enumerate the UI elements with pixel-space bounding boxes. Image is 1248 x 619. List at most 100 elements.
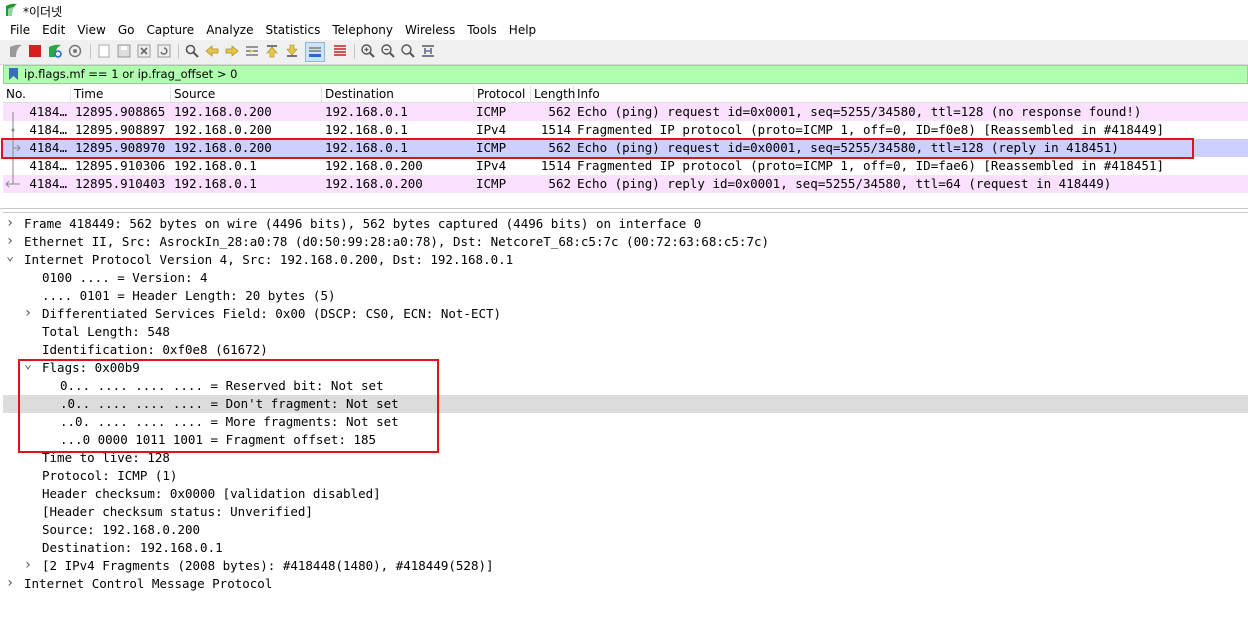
menu-bar: File Edit View Go Capture Analyze Statis…	[0, 21, 1248, 40]
detail-row[interactable]: [Header checksum status: Unverified]	[3, 503, 1248, 521]
detail-row[interactable]: 0100 .... = Version: 4	[3, 269, 1248, 287]
zoom-in-icon[interactable]	[360, 43, 376, 59]
packet-source: 192.168.0.1	[174, 176, 257, 191]
detail-text: Flags: 0x00b9	[42, 360, 140, 375]
capture-options-icon[interactable]	[67, 43, 83, 59]
detail-row[interactable]: › Ethernet II, Src: AsrockIn_28:a0:78 (d0…	[3, 233, 1248, 251]
stop-capture-icon[interactable]	[27, 43, 43, 59]
packet-destination: 192.168.0.200	[325, 158, 423, 173]
packet-destination: 192.168.0.1	[325, 104, 408, 119]
detail-row[interactable]: 0... .... .... .... = Reserved bit: Not …	[3, 377, 1248, 395]
column-header-protocol[interactable]: Protocol	[474, 86, 531, 102]
detail-row[interactable]: Protocol: ICMP (1)	[3, 467, 1248, 485]
detail-text: Total Length: 548	[42, 324, 170, 339]
packet-protocol: ICMP	[476, 140, 507, 155]
collapsed-arrow-icon[interactable]: ›	[23, 305, 33, 323]
column-header-info[interactable]: Info	[574, 86, 1248, 102]
collapsed-arrow-icon[interactable]: ›	[5, 575, 15, 593]
packet-row[interactable]: 4184… 12895.910403 192.168.0.1 192.168.0.20…	[3, 175, 1248, 193]
display-filter-bar[interactable]: ip.flags.mf == 1 or ip.frag_offset > 0	[3, 65, 1248, 84]
menu-wireless[interactable]: Wireless	[399, 21, 461, 40]
packet-list-header: No. Time Source Destination Protocol Len…	[3, 86, 1248, 103]
go-last-packet-icon[interactable]	[284, 43, 300, 59]
menu-analyze[interactable]: Analyze	[200, 21, 259, 40]
collapsed-arrow-icon[interactable]: ›	[5, 215, 15, 233]
start-capture-icon[interactable]	[8, 43, 24, 59]
menu-statistics[interactable]: Statistics	[259, 21, 326, 40]
detail-row[interactable]: Identification: 0xf0e8 (61672)	[3, 341, 1248, 359]
find-packet-icon[interactable]	[184, 43, 200, 59]
packet-protocol: IPv4	[476, 122, 507, 137]
packet-length: 562	[548, 176, 571, 191]
menu-go[interactable]: Go	[112, 21, 141, 40]
column-header-source[interactable]: Source	[171, 86, 322, 102]
packet-source: 192.168.0.200	[174, 104, 272, 119]
detail-row[interactable]: Time to live: 128	[3, 449, 1248, 467]
detail-row[interactable]: ..0. .... .... .... = More fragments: No…	[3, 413, 1248, 431]
packet-length: 1514	[540, 158, 571, 173]
restart-capture-icon[interactable]	[47, 43, 63, 59]
expanded-arrow-icon[interactable]: ⌄	[5, 250, 15, 269]
display-filter-input[interactable]: ip.flags.mf == 1 or ip.frag_offset > 0	[24, 67, 237, 82]
save-file-icon[interactable]	[116, 43, 132, 59]
detail-row[interactable]: › Internet Control Message Protocol	[3, 575, 1248, 593]
detail-row[interactable]: .... 0101 = Header Length: 20 bytes (5)	[3, 287, 1248, 305]
packet-destination: 192.168.0.1	[325, 122, 408, 137]
autoscroll-icon[interactable]	[305, 42, 325, 62]
resize-columns-icon[interactable]	[420, 43, 436, 59]
packet-length: 1514	[540, 122, 571, 137]
detail-row[interactable]: Destination: 192.168.0.1	[3, 539, 1248, 557]
packet-no: 4184…	[29, 176, 67, 191]
column-header-destination[interactable]: Destination	[322, 86, 474, 102]
go-forward-icon[interactable]	[224, 43, 240, 59]
column-header-length[interactable]: Length	[531, 86, 575, 102]
detail-text: 0100 .... = Version: 4	[42, 270, 208, 285]
menu-telephony[interactable]: Telephony	[326, 21, 399, 40]
detail-text: [Header checksum status: Unverified]	[42, 504, 313, 519]
column-header-no[interactable]: No.	[3, 86, 71, 102]
detail-row[interactable]: ⌄ Flags: 0x00b9	[3, 358, 1248, 377]
detail-text: Differentiated Services Field: 0x00 (DSC…	[42, 306, 502, 321]
packet-row[interactable]: 4184… 12895.908970 192.168.0.200 192.168.0.…	[3, 139, 1248, 157]
packet-info: Echo (ping) request id=0x0001, seq=5255/…	[577, 140, 1119, 155]
bookmark-icon[interactable]	[9, 68, 18, 80]
column-header-time[interactable]: Time	[71, 86, 171, 102]
packet-time: 12895.908897	[75, 122, 166, 137]
packet-protocol: ICMP	[476, 176, 507, 191]
menu-edit[interactable]: Edit	[36, 21, 71, 40]
packet-protocol: IPv4	[476, 158, 507, 173]
zoom-normal-icon[interactable]	[400, 43, 416, 59]
packet-row[interactable]: 4184… 12895.908897 192.168.0.200 192.168.0.…	[3, 121, 1248, 139]
menu-help[interactable]: Help	[503, 21, 542, 40]
detail-row[interactable]: Header checksum: 0x0000 [validation disa…	[3, 485, 1248, 503]
packet-row[interactable]: 4184… 12895.910306 192.168.0.1 192.168.0.20…	[3, 157, 1248, 175]
open-file-icon[interactable]	[96, 43, 112, 59]
packet-no: 4184…	[29, 158, 67, 173]
close-file-icon[interactable]	[136, 43, 152, 59]
detail-row[interactable]: › Frame 418449: 562 bytes on wire (4496 b…	[3, 215, 1248, 233]
detail-row[interactable]: ⌄ Internet Protocol Version 4, Src: 192.1…	[3, 250, 1248, 269]
zoom-out-icon[interactable]	[380, 43, 396, 59]
collapsed-arrow-icon[interactable]: ›	[23, 557, 33, 575]
detail-text: Header checksum: 0x0000 [validation disa…	[42, 486, 381, 501]
go-to-packet-icon[interactable]	[244, 43, 260, 59]
detail-text: Ethernet II, Src: AsrockIn_28:a0:78 (d0:…	[24, 234, 770, 249]
detail-row[interactable]: › Differentiated Services Field: 0x00 (DS…	[3, 305, 1248, 323]
packet-source: 192.168.0.1	[174, 158, 257, 173]
go-first-packet-icon[interactable]	[264, 43, 280, 59]
detail-row[interactable]: Total Length: 548	[3, 323, 1248, 341]
detail-row[interactable]: Source: 192.168.0.200	[3, 521, 1248, 539]
menu-view[interactable]: View	[71, 21, 111, 40]
detail-text: [2 IPv4 Fragments (2008 bytes): #418448(…	[42, 558, 494, 573]
detail-row[interactable]: › [2 IPv4 Fragments (2008 bytes): #418448…	[3, 557, 1248, 575]
menu-tools[interactable]: Tools	[461, 21, 503, 40]
go-back-icon[interactable]	[204, 43, 220, 59]
packet-row[interactable]: 4184… 12895.908865 192.168.0.200 192.168.0.…	[3, 103, 1248, 121]
expanded-arrow-icon[interactable]: ⌄	[23, 358, 33, 377]
colorize-icon[interactable]	[332, 43, 348, 59]
menu-capture[interactable]: Capture	[140, 21, 200, 40]
menu-file[interactable]: File	[0, 21, 36, 40]
detail-row[interactable]: ...0 0000 1011 1001 = Fragment offset: 1…	[3, 431, 1248, 449]
detail-row[interactable]: .0.. .... .... .... = Don't fragment: No…	[3, 395, 1248, 413]
reload-file-icon[interactable]	[156, 43, 172, 59]
